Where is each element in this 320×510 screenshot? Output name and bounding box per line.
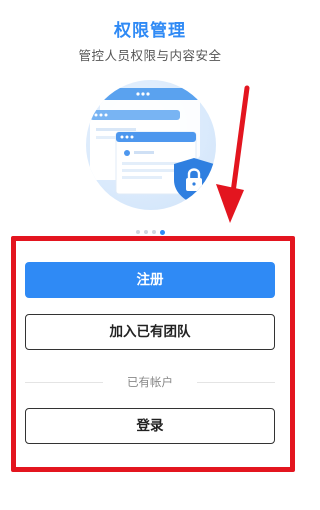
carousel-dot[interactable] <box>151 230 156 234</box>
carousel-dot[interactable] <box>143 230 148 234</box>
annotation-highlight-box <box>11 236 295 472</box>
carousel-dot[interactable] <box>135 230 140 234</box>
permission-illustration <box>86 80 216 210</box>
carousel-indicator[interactable] <box>0 229 300 235</box>
page-subtitle: 管控人员权限与内容安全 <box>78 48 222 63</box>
windows-lock-illustration <box>90 88 214 204</box>
page-title: 权限管理 <box>114 21 186 41</box>
carousel-dot-active[interactable] <box>159 229 165 235</box>
